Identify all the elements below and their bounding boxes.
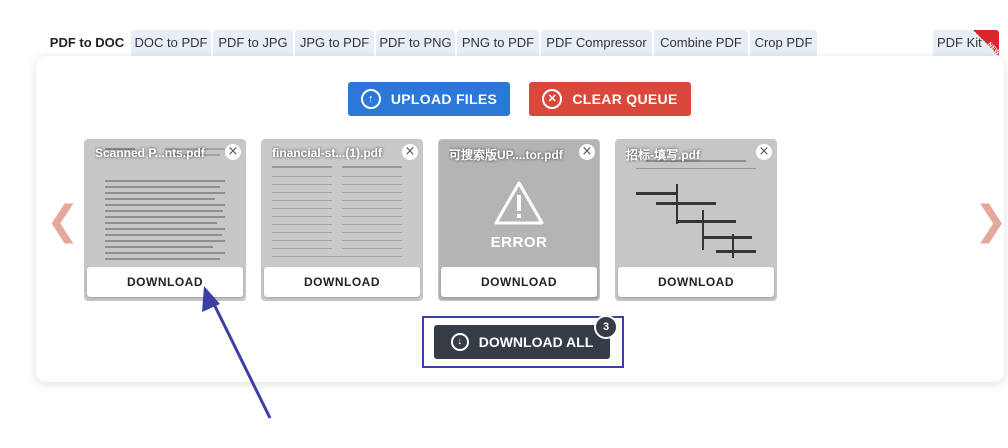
annotation-arrow-icon	[202, 286, 272, 419]
